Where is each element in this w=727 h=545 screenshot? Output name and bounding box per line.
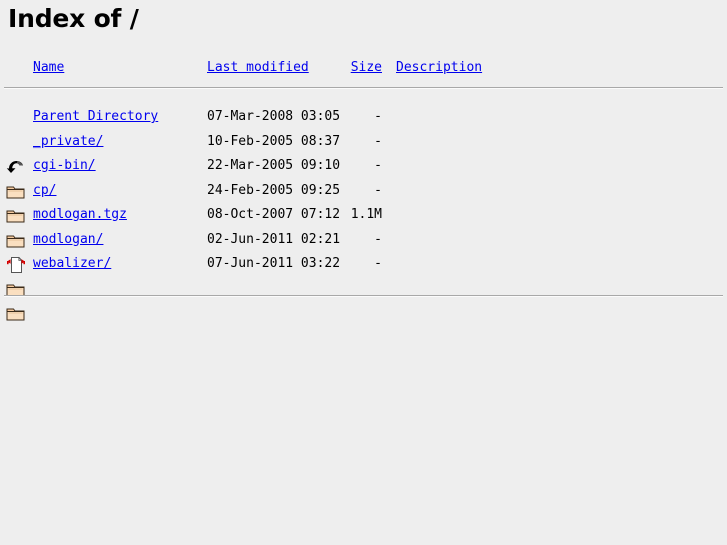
table-row: Parent Directory 07-Mar-2008 03:05 - [0,105,727,173]
directory-index-page: Index of / Name Last modified Size Descr… [0,0,727,545]
entry-size: - [374,231,382,247]
compressed-icon [6,206,26,273]
directory-link-private[interactable]: _private/ [33,134,103,149]
entry-size: - [374,182,382,198]
entry-name-cell: _private/ [33,130,103,155]
entry-name-cell: webalizer/ [33,252,111,277]
table-row: modlogan/ 02-Jun-2011 02:21 - [0,228,727,296]
table-row: webalizer/ 07-Jun-2011 03:22 - [0,252,727,321]
table-header-row: Name Last modified Size Description [0,56,727,81]
table-row: cp/ 24-Feb-2005 09:25 - [0,179,727,247]
entry-name-cell: modlogan.tgz [33,203,127,228]
header-rule-spacer [0,81,727,106]
entry-size: - [374,158,382,173]
folder-icon [6,231,26,296]
entry-name-cell: Parent Directory [33,105,158,130]
table-row: _private/ 10-Feb-2005 08:37 - [0,130,727,198]
back-icon [6,108,26,173]
folder-icon [6,157,26,223]
folder-icon [6,182,26,247]
directory-link-cgi-bin[interactable]: cgi-bin/ [33,158,96,173]
parent-directory-link[interactable]: Parent Directory [33,109,158,124]
entry-size: 1.1M [350,207,382,222]
directory-link-modlogan[interactable]: modlogan/ [33,232,103,247]
column-header-last-modified-link[interactable]: Last modified [207,60,309,75]
directory-listing-table: Name Last modified Size Description Pare… [0,56,727,321]
column-header-size-link[interactable]: Size [351,60,382,75]
page-title: Index of / [8,4,139,33]
entry-name-cell: cp/ [33,179,56,204]
table-row: modlogan.tgz 08-Oct-2007 07:12 1.1M [0,203,727,273]
column-header-name-cell: Name [33,56,64,81]
column-header-date-cell: Last modified [207,56,309,81]
column-header-description-link[interactable]: Description [396,60,482,75]
directory-link-webalizer[interactable]: webalizer/ [33,256,111,271]
entry-size: - [374,133,382,149]
column-header-description-cell: Description [396,56,482,81]
column-header-name-link[interactable]: Name [33,60,64,75]
entry-size: - [374,109,382,124]
directory-link-cp[interactable]: cp/ [33,183,56,198]
footer-divider [4,295,723,297]
table-row: cgi-bin/ 22-Mar-2005 09:10 - [0,154,727,223]
entry-name-cell: cgi-bin/ [33,154,96,179]
entry-name-cell: modlogan/ [33,228,103,253]
file-link-modlogan-tgz[interactable]: modlogan.tgz [33,207,127,222]
folder-icon [6,255,26,321]
column-header-size-cell: Size [305,56,382,81]
entry-size: - [374,256,382,271]
folder-icon [6,133,26,198]
